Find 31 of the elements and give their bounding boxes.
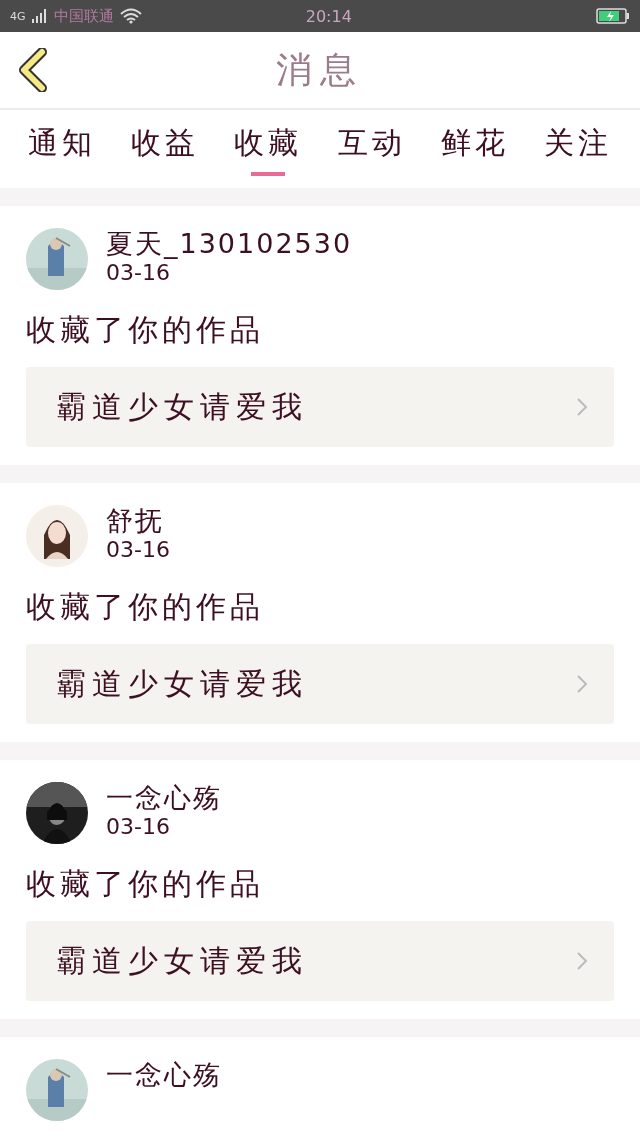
message-text: 收藏了你的作品 xyxy=(26,865,265,903)
message-text: 收藏了你的作品 xyxy=(26,588,265,626)
user-name: 一念心殇 xyxy=(106,782,222,814)
message-date: 03-16 xyxy=(106,260,171,285)
wifi-icon xyxy=(119,8,142,24)
clock: 20:14 xyxy=(305,6,352,26)
signal-icon xyxy=(31,9,48,23)
tab[interactable]: 鲜花 xyxy=(440,110,509,188)
work-link[interactable]: 霸道少女请爱我 xyxy=(26,644,614,724)
work-link[interactable]: 霸道少女请爱我 xyxy=(26,921,614,1001)
work-link[interactable]: 霸道少女请爱我 xyxy=(26,367,614,447)
back-button[interactable] xyxy=(16,48,50,92)
chevron-icon xyxy=(576,951,588,971)
user-name: 夏天_130102530 xyxy=(106,228,353,260)
network-type: 4G xyxy=(10,9,26,23)
message-text: 收藏了你的作品 xyxy=(26,311,265,349)
tab[interactable]: 通知 xyxy=(28,110,96,188)
tab[interactable]: 收益 xyxy=(131,110,200,188)
user-name: 一念心殇 xyxy=(106,1059,222,1091)
chevron-icon xyxy=(576,397,588,417)
message-date: 03-16 xyxy=(106,814,171,839)
user-name: 舒抚 xyxy=(106,505,165,537)
battery-icon xyxy=(596,8,630,24)
chevron-icon xyxy=(576,674,588,694)
carrier-name: 中国联通 xyxy=(53,6,114,26)
message-date: 03-16 xyxy=(106,537,170,562)
tab[interactable]: 互动 xyxy=(337,110,406,188)
page-title: 消息 xyxy=(276,47,364,92)
tab[interactable]: 关注 xyxy=(543,110,612,188)
tab[interactable]: 收藏 xyxy=(234,110,303,188)
back-icon xyxy=(18,48,48,92)
